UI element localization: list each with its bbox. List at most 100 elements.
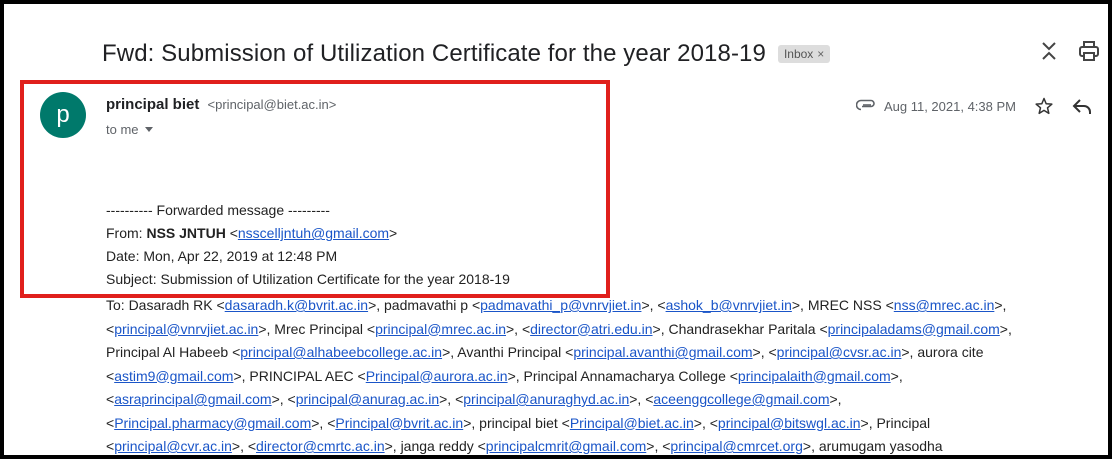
recipients-line: <astim9@gmail.com>, PRINCIPAL AEC <Princ… <box>106 365 1106 389</box>
recipient-text: < <box>106 414 115 431</box>
subject-actions <box>1040 40 1100 62</box>
recipient-text: >, Avanthi Principal < <box>442 344 574 360</box>
forwarded-recipients: To: Dasaradh RK <dasaradh.k@bvrit.ac.in>… <box>106 294 1106 455</box>
recipient-text: < <box>106 391 115 407</box>
inbox-label-text: Inbox <box>783 47 814 61</box>
recipient-text: >, Principal Annamacharya College < <box>507 367 738 384</box>
sender-line: principal biet <principal@biet.ac.in> <box>106 96 336 113</box>
star-icon[interactable] <box>1034 96 1054 116</box>
recipient-text: >, < <box>693 414 718 431</box>
recipient-text: to me <box>106 122 139 137</box>
sender-avatar[interactable]: p <box>40 92 86 138</box>
recipient-text: >, < <box>231 438 257 454</box>
recipient-email-link[interactable]: Principal.pharmacy@gmail.com <box>114 415 311 431</box>
recipient-text: Principal Al Habeeb < <box>106 344 241 360</box>
recipient-text: >, < <box>505 320 531 337</box>
recipient-text: >, <box>829 391 842 407</box>
recipients-line: To: Dasaradh RK <dasaradh.k@bvrit.ac.in>… <box>106 294 1106 318</box>
recipient-text: >, PRINCIPAL AEC < <box>233 367 366 384</box>
chevron-down-icon[interactable] <box>144 127 153 132</box>
recipient-email-link[interactable]: padmavathi_p@vnrvjiet.in <box>480 297 641 313</box>
recipient-email-link[interactable]: principal@anurag.ac.in <box>296 391 439 407</box>
message-date: Aug 11, 2021, 4:38 PM <box>883 98 1016 114</box>
recipient-text: >, janga reddy < <box>384 438 486 454</box>
sender-email: <principal@biet.ac.in> <box>207 97 337 112</box>
recipient-text: >, principal biet < <box>463 414 570 431</box>
inbox-label-chip[interactable]: Inbox × <box>777 45 831 63</box>
recipient-email-link[interactable]: principaladams@gmail.com <box>828 321 1000 337</box>
recipient-text: >, <box>999 320 1012 337</box>
forwarded-separator: ---------- Forwarded message --------- <box>106 202 330 218</box>
remove-label-icon[interactable]: × <box>817 47 824 61</box>
recipient-text: < <box>106 438 115 454</box>
subject-row: Fwd: Submission of Utilization Certifica… <box>102 40 831 68</box>
recipient-email-link[interactable]: ashok_b@vnrvjiet.in <box>666 297 792 313</box>
recipient-email-link[interactable]: Principal@aurora.ac.in <box>366 368 508 384</box>
recipient-email-link[interactable]: principal@bitswgl.ac.in <box>718 415 861 431</box>
avatar-letter: p <box>56 101 70 128</box>
recipient-text: >, Principal <box>860 414 931 431</box>
recipient-text: >, < <box>629 391 654 407</box>
attachment-icon <box>855 99 876 114</box>
recipient-email-link[interactable]: principal@vnrvjiet.ac.in <box>114 321 258 337</box>
sender-name[interactable]: principal biet <box>106 96 199 113</box>
recipient-email-link[interactable]: principal@mrec.ac.in <box>375 321 506 337</box>
recipient-email-link[interactable]: astim9@gmail.com <box>114 368 233 384</box>
recipient-text: >, < <box>641 297 666 313</box>
recipient-email-link[interactable]: principal@alhabeebcollege.ac.in <box>240 344 442 360</box>
recipient-email-link[interactable]: principal@cvr.ac.in <box>114 438 232 454</box>
recipient-text: >, aurora cite <box>901 344 984 360</box>
from-close: > <box>389 225 398 241</box>
recipient-email-link[interactable]: dasaradh.k@bvrit.ac.in <box>225 297 368 313</box>
recipients-line: <principal@cvr.ac.in>, <director@cmrtc.a… <box>106 435 1106 455</box>
recipient-text: >, arumugam yasodha <box>802 438 943 454</box>
message-meta: Aug 11, 2021, 4:38 PM <box>855 96 1092 116</box>
recipient-text: >, Chandrasekhar Paritala < <box>652 320 828 337</box>
recipient-text: < <box>106 367 115 384</box>
recipient-text: >, padmavathi p < <box>368 297 481 313</box>
recipient-email-link[interactable]: director@cmrtc.ac.in <box>256 438 385 454</box>
recipient-email-link[interactable]: nss@mrec.ac.in <box>894 297 995 313</box>
recipient-text: < <box>106 320 115 337</box>
recipient-email-link[interactable]: aceenggcollege@gmail.com <box>653 391 829 407</box>
from-open: < <box>225 225 238 241</box>
recipient-text: >, < <box>439 391 464 407</box>
email-view: Fwd: Submission of Utilization Certifica… <box>0 0 1112 459</box>
recipient-email-link[interactable]: principal@cmrcet.org <box>670 438 802 454</box>
forwarded-from: From: NSS JNTUH <nsscelljntuh@gmail.com> <box>106 222 510 245</box>
recipient-text: >, MREC NSS < <box>791 297 894 313</box>
recipients-line: Principal Al Habeeb <principal@alhabeebc… <box>106 341 1106 365</box>
forwarded-date: Date: Mon, Apr 22, 2019 at 12:48 PM <box>106 248 338 264</box>
from-label: From: <box>106 225 147 241</box>
recipient-email-link[interactable]: Principal@bvrit.ac.in <box>335 415 463 431</box>
email-subject: Fwd: Submission of Utilization Certifica… <box>102 40 766 67</box>
recipient-email-link[interactable]: director@atri.edu.in <box>530 321 652 337</box>
recipient-email-link[interactable]: principalcmrit@gmail.com <box>486 438 646 454</box>
recipients-line: <asraprincipal@gmail.com>, <principal@an… <box>106 388 1106 412</box>
forwarded-header: ---------- Forwarded message --------- F… <box>106 199 510 291</box>
from-email-link[interactable]: nsscelljntuh@gmail.com <box>238 225 389 241</box>
recipient-email-link[interactable]: principal.avanthi@gmail.com <box>573 344 752 360</box>
recipient-text: >, < <box>646 438 671 454</box>
attachment-and-date: Aug 11, 2021, 4:38 PM <box>855 98 1016 114</box>
recipients-line: <principal@vnrvjiet.ac.in>, Mrec Princip… <box>106 318 1106 342</box>
reply-icon[interactable] <box>1072 97 1092 115</box>
recipient-text: >, < <box>752 344 777 360</box>
recipient-email-link[interactable]: principal@cvsr.ac.in <box>777 344 902 360</box>
expand-collapse-icon[interactable] <box>1040 40 1058 62</box>
recipient-details[interactable]: to me <box>106 122 153 137</box>
recipients-line: <Principal.pharmacy@gmail.com>, <Princip… <box>106 412 1106 436</box>
from-name: NSS JNTUH <box>146 225 226 241</box>
recipient-text: >, <box>994 297 1007 313</box>
recipient-text: >, <box>890 367 903 384</box>
recipient-email-link[interactable]: Principal@biet.ac.in <box>570 415 694 431</box>
recipient-text: >, Mrec Principal < <box>258 320 376 337</box>
print-icon[interactable] <box>1078 40 1100 62</box>
recipient-email-link[interactable]: principal@anuraghyd.ac.in <box>463 391 629 407</box>
forwarded-subject: Subject: Submission of Utilization Certi… <box>106 271 510 287</box>
recipient-text: To: Dasaradh RK < <box>106 297 225 313</box>
recipient-text: >, < <box>271 391 296 407</box>
recipient-text: >, < <box>311 414 336 431</box>
recipient-email-link[interactable]: principalaith@gmail.com <box>738 368 891 384</box>
recipient-email-link[interactable]: asraprincipal@gmail.com <box>114 391 271 407</box>
